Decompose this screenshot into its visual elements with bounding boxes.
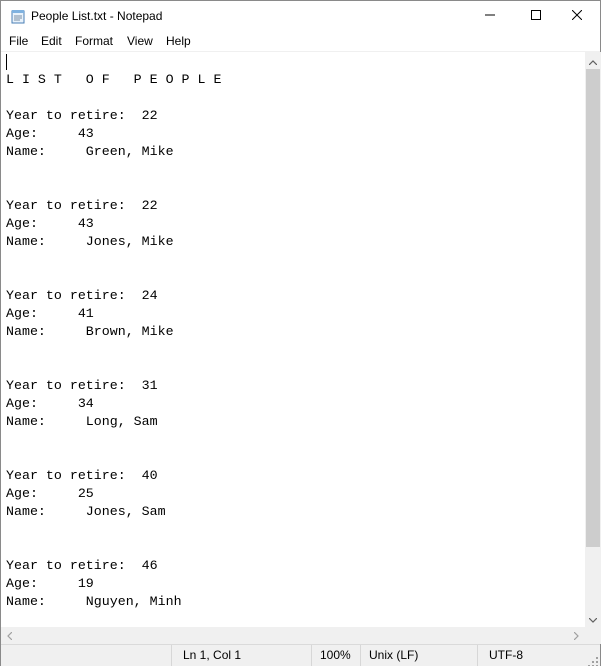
menu-help[interactable]: Help [166, 34, 191, 48]
text-line [6, 269, 221, 287]
text-line: Year to retire: 22 [6, 108, 158, 123]
menu-bar: File Edit Format View Help [1, 31, 600, 51]
text-line [6, 89, 221, 107]
menu-view[interactable]: View [127, 34, 153, 48]
text-line: Age: 43 [6, 126, 94, 141]
text-line: Name: Jones, Sam [6, 504, 166, 519]
text-line [6, 359, 221, 377]
menu-edit[interactable]: Edit [41, 34, 62, 48]
text-line: Age: 19 [6, 576, 94, 591]
title-bar[interactable]: People List.txt - Notepad [1, 1, 600, 31]
text-line: Year to retire: 24 [6, 288, 158, 303]
text-line: Year to retire: 22 [6, 198, 158, 213]
text-line [6, 521, 221, 539]
close-icon [571, 7, 583, 25]
vertical-scrollbar[interactable] [585, 52, 601, 627]
text-line: Name: Jones, Mike [6, 234, 174, 249]
text-line: Name: Nguyen, Minh [6, 594, 182, 609]
scroll-right-button[interactable] [568, 627, 585, 644]
text-line: Year to retire: 31 [6, 378, 158, 393]
window-title: People List.txt - Notepad [31, 9, 163, 23]
resize-grip-icon[interactable] [588, 654, 598, 666]
text-line: Age: 41 [6, 306, 94, 321]
notepad-window: People List.txt - Notepad File Edit Form… [0, 0, 601, 666]
chevron-right-icon [573, 627, 579, 645]
text-line: L I S T O F P E O P L E [6, 72, 222, 87]
text-line: Year to retire: 40 [6, 468, 158, 483]
text-line [6, 179, 221, 197]
status-bar: Ln 1, Col 1 100% Unix (LF) UTF-8 [1, 644, 600, 666]
maximize-button[interactable] [513, 1, 559, 31]
text-line: Name: Long, Sam [6, 414, 158, 429]
horizontal-scrollbar[interactable] [1, 627, 585, 644]
scrollbar-corner [585, 627, 601, 644]
vertical-scroll-thumb[interactable] [586, 69, 600, 547]
document-text[interactable]: L I S T O F P E O P L E Year to retire: 2… [6, 71, 221, 611]
text-line: Name: Green, Mike [6, 144, 174, 159]
close-button[interactable] [554, 1, 600, 31]
chevron-up-icon [588, 52, 598, 70]
menu-format[interactable]: Format [75, 34, 113, 48]
line-ending: Unix (LF) [360, 645, 477, 666]
scroll-down-button[interactable] [585, 610, 601, 627]
text-line [6, 251, 221, 269]
text-line: Age: 34 [6, 396, 94, 411]
minimize-icon [485, 7, 495, 25]
text-line: Name: Brown, Mike [6, 324, 174, 339]
text-line: Age: 43 [6, 216, 94, 231]
encoding: UTF-8 [477, 645, 600, 666]
text-line [6, 161, 221, 179]
minimize-button[interactable] [467, 1, 513, 31]
notepad-icon [11, 9, 25, 24]
chevron-down-icon [588, 610, 598, 628]
text-line [6, 449, 221, 467]
text-line: Age: 25 [6, 486, 94, 501]
text-line: Year to retire: 46 [6, 558, 158, 573]
chevron-left-icon [7, 627, 13, 645]
cursor-position: Ln 1, Col 1 [171, 645, 311, 666]
text-line [6, 341, 221, 359]
scroll-up-button[interactable] [585, 52, 601, 69]
text-line [6, 431, 221, 449]
scroll-left-button[interactable] [1, 627, 18, 644]
text-line [6, 539, 221, 557]
maximize-icon [531, 7, 541, 25]
menu-file[interactable]: File [9, 34, 28, 48]
zoom-level: 100% [311, 645, 360, 666]
text-caret [6, 54, 7, 70]
text-editor[interactable]: L I S T O F P E O P L E Year to retire: 2… [1, 52, 585, 627]
